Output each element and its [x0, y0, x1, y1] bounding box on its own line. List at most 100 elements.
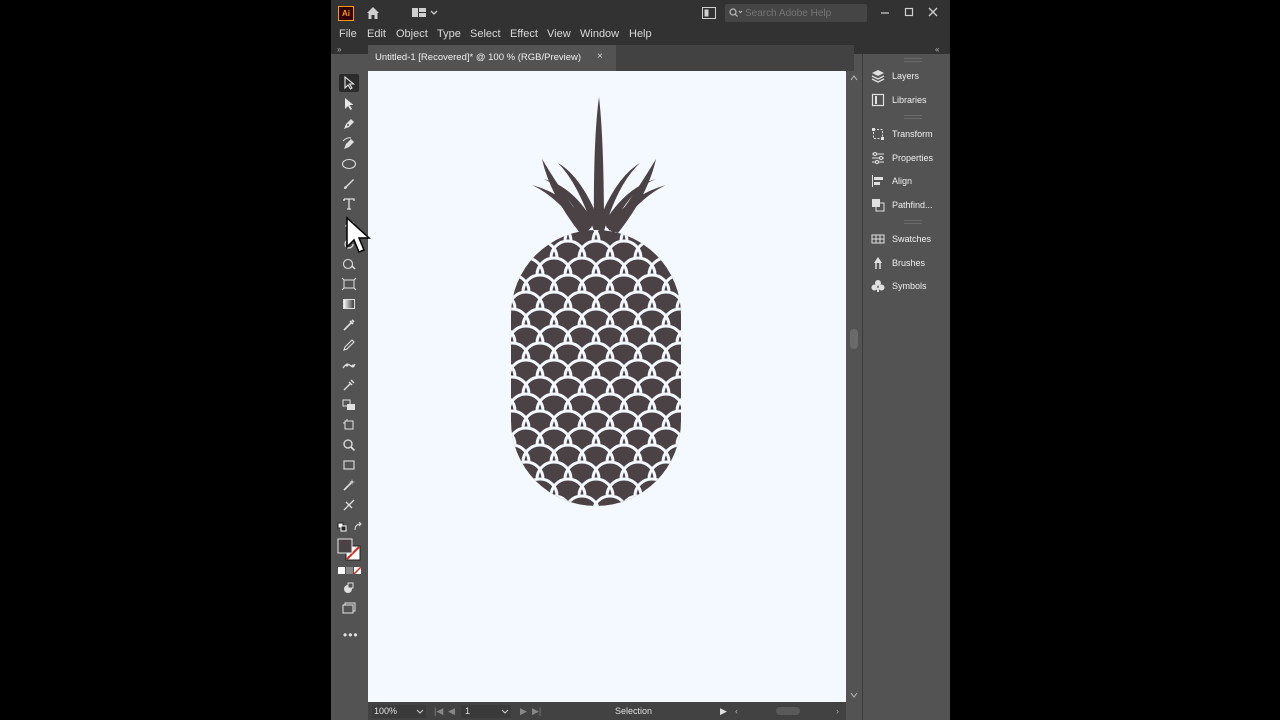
free-transform-tool[interactable]	[339, 275, 359, 293]
pineapple-scale	[675, 494, 681, 506]
gradient-tool[interactable]	[339, 295, 359, 313]
horizontal-scroll-thumb[interactable]	[776, 707, 800, 715]
panel-swatches[interactable]: Swatches	[870, 229, 931, 249]
pineapple-scale	[675, 426, 681, 446]
artboard-icon	[343, 419, 354, 430]
selection-arrow-icon	[344, 76, 356, 90]
menu-effect[interactable]: Effect	[510, 28, 538, 40]
draw-mode-icon[interactable]	[343, 582, 355, 594]
puppet-warp-tool[interactable]	[339, 356, 359, 374]
pineapple-scale	[675, 392, 681, 412]
panel-transform[interactable]: Transform	[870, 124, 933, 144]
panel-symbols[interactable]: Symbols	[870, 276, 927, 296]
pencil-tool[interactable]	[339, 336, 359, 354]
search-field[interactable]	[725, 4, 867, 22]
artboard-canvas[interactable]	[368, 71, 846, 702]
type-tool[interactable]	[339, 195, 359, 213]
panel-properties[interactable]: Properties	[870, 148, 933, 168]
ellipse-tool[interactable]	[339, 155, 359, 173]
pineapple-artwork[interactable]	[368, 71, 846, 702]
layers-icon	[871, 70, 885, 83]
fill-stroke-swatch[interactable]	[337, 538, 363, 562]
status-menu-icon[interactable]: ▶	[720, 706, 727, 717]
document-tab[interactable]: Untitled-1 [Recovered]* @ 100 % (RGB/Pre…	[368, 45, 616, 71]
panel-group-grip[interactable]	[904, 115, 922, 119]
scroll-left-icon[interactable]: ‹	[735, 706, 738, 716]
previous-artboard-icon[interactable]: ◀	[448, 706, 455, 717]
zoom-level-field[interactable]: 100%	[372, 705, 426, 718]
minimize-icon[interactable]	[877, 4, 893, 20]
close-icon[interactable]	[925, 4, 941, 20]
pineapple-scale	[675, 230, 681, 242]
curvature-tool[interactable]	[339, 135, 359, 153]
default-colors-icon[interactable]	[337, 522, 347, 532]
color-picker-icon	[343, 379, 355, 391]
menu-edit[interactable]: Edit	[367, 28, 386, 40]
artboard-tool[interactable]	[339, 416, 359, 434]
arrange-documents-icon[interactable]	[702, 7, 716, 19]
pineapple-scale	[511, 494, 545, 506]
slice-tool[interactable]	[339, 496, 359, 514]
menu-object[interactable]: Object	[396, 28, 428, 40]
pineapple-scale	[551, 513, 585, 530]
menu-file[interactable]: File	[339, 28, 357, 40]
menu-select[interactable]: Select	[470, 28, 501, 40]
eyedropper-tool[interactable]	[339, 316, 359, 334]
menu-window[interactable]: Window	[580, 28, 619, 40]
workspace-switcher-icon[interactable]	[412, 7, 438, 19]
home-icon[interactable]	[365, 5, 381, 21]
last-artboard-icon[interactable]: ▶|	[532, 706, 541, 717]
panel-group-grip[interactable]	[904, 58, 922, 62]
scroll-down-icon[interactable]	[850, 692, 858, 698]
type-icon	[343, 198, 355, 210]
pineapple-scale	[511, 358, 517, 378]
scroll-up-icon[interactable]	[850, 75, 858, 81]
rectangle-tool[interactable]	[339, 456, 359, 474]
panel-brushes[interactable]: Brushes	[870, 253, 925, 273]
shape-builder-tool[interactable]	[339, 396, 359, 414]
swap-colors-icon[interactable]	[353, 522, 363, 532]
first-artboard-icon[interactable]: |◀	[434, 706, 443, 717]
magic-wand-tool[interactable]	[339, 476, 359, 494]
search-input[interactable]	[745, 4, 863, 22]
search-icon	[729, 8, 743, 17]
panel-libraries[interactable]: Libraries	[870, 90, 927, 110]
direct-selection-tool[interactable]	[339, 95, 359, 113]
pineapple-scale	[675, 290, 681, 310]
zoom-tool[interactable]	[339, 436, 359, 454]
menu-help[interactable]: Help	[629, 28, 652, 40]
selection-tool[interactable]	[339, 74, 359, 92]
screen-mode-icon[interactable]	[342, 602, 356, 614]
chevron-down-icon[interactable]	[416, 709, 424, 715]
free-transform-icon	[341, 277, 357, 291]
warp-icon	[342, 258, 356, 270]
next-artboard-icon[interactable]: ▶	[520, 706, 527, 717]
menu-view[interactable]: View	[547, 28, 571, 40]
panel-layers[interactable]: Layers	[870, 66, 919, 86]
color-mode-icon[interactable]	[338, 567, 362, 575]
zoom-icon	[343, 439, 356, 452]
menu-type[interactable]: Type	[437, 28, 461, 40]
collapse-panels-icon[interactable]: «	[935, 45, 939, 54]
pineapple-scale	[511, 256, 517, 276]
close-tab-icon[interactable]: ×	[597, 51, 603, 62]
pen-icon	[344, 119, 354, 129]
expand-toolbar-icon[interactable]: »	[337, 45, 341, 54]
scroll-right-icon[interactable]: ›	[836, 706, 839, 716]
panel-align[interactable]: Align	[870, 171, 912, 191]
document-tab-bar: Untitled-1 [Recovered]* @ 100 % (RGB/Pre…	[368, 45, 854, 71]
vertical-scrollbar[interactable]	[846, 71, 862, 702]
paintbrush-tool[interactable]	[339, 175, 359, 193]
warp-tool[interactable]	[339, 255, 359, 273]
panel-group-grip[interactable]	[904, 220, 922, 224]
pineapple-scale	[661, 239, 681, 259]
edit-toolbar-icon[interactable]: •••	[343, 628, 359, 642]
color-picker-tool[interactable]	[339, 376, 359, 394]
panel-dock: Layers Libraries Transform Properties Al…	[862, 54, 950, 720]
vertical-scroll-thumb[interactable]	[850, 329, 858, 349]
maximize-icon[interactable]	[901, 4, 917, 20]
chevron-down-icon[interactable]	[501, 709, 509, 715]
artboard-number-field[interactable]: 1	[461, 705, 511, 718]
pen-tool[interactable]	[339, 115, 359, 133]
panel-pathfinder[interactable]: Pathfind...	[870, 195, 933, 215]
